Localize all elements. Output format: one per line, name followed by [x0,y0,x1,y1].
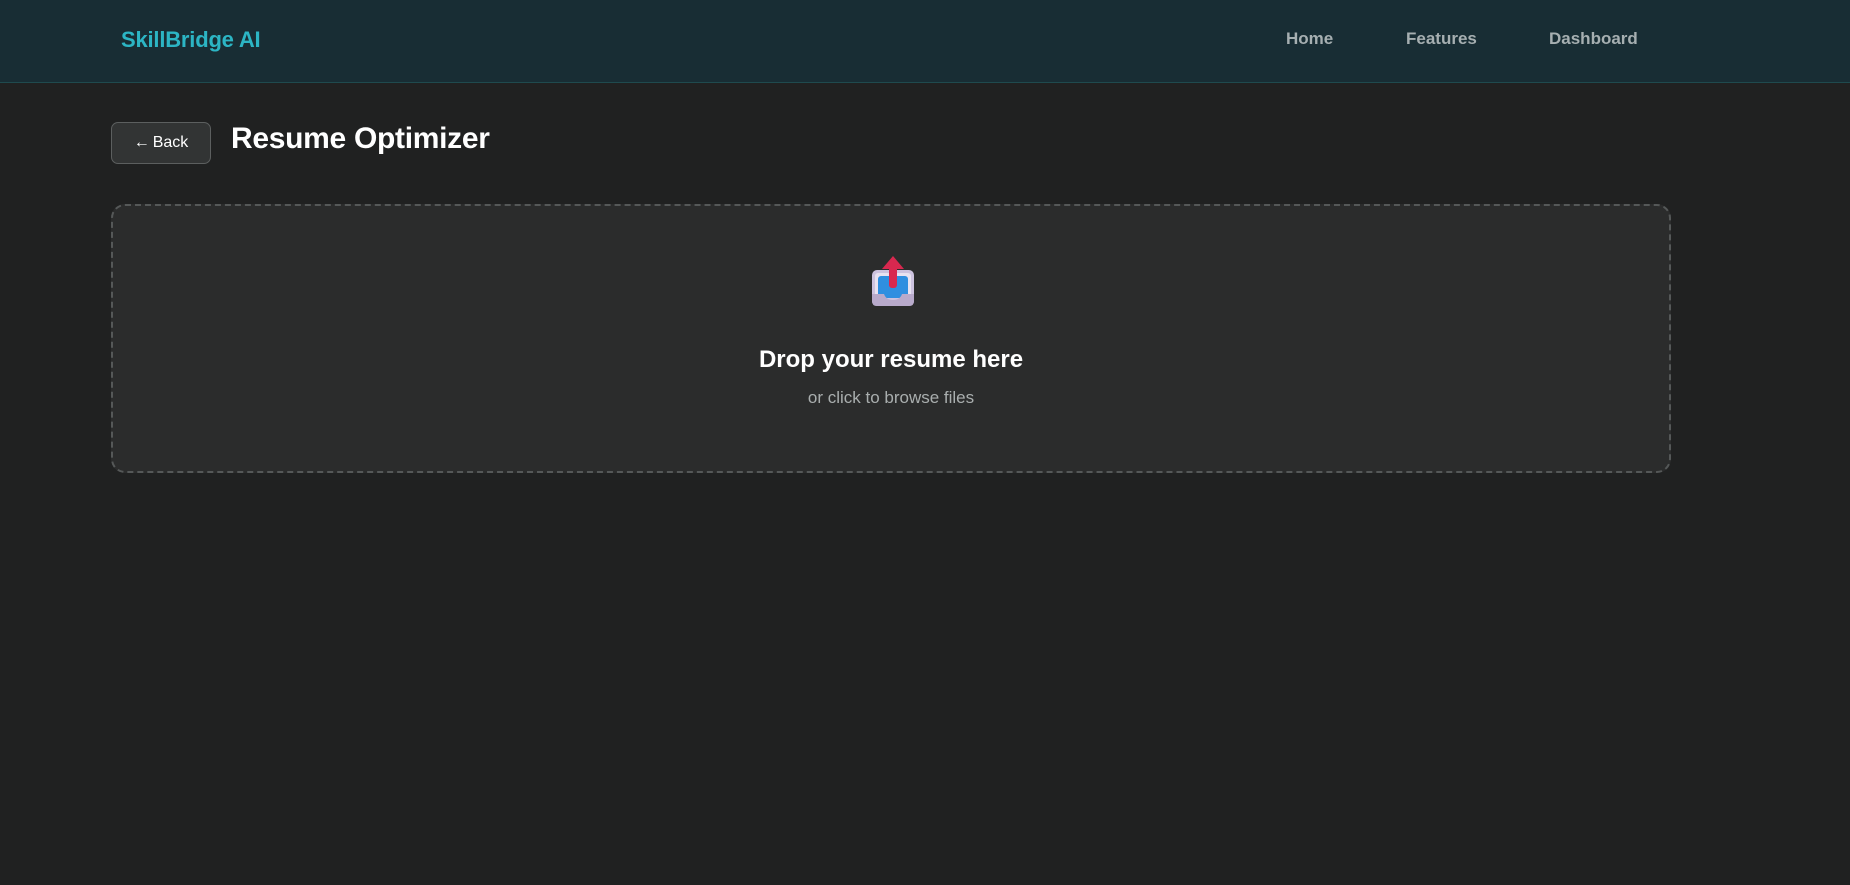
back-arrow-icon: ← [133,134,150,151]
outbox-tray-icon [872,256,914,306]
resume-dropzone[interactable]: Drop your resume here or click to browse… [111,204,1671,473]
back-button[interactable]: ← Back [111,122,211,164]
page-title: Resume Optimizer [231,122,490,155]
dropzone-subtitle: or click to browse files [807,388,975,407]
nav-link-home[interactable]: Home [1286,29,1333,49]
nav-link-dashboard[interactable]: Dashboard [1549,29,1638,49]
nav-link-features[interactable]: Features [1406,29,1477,49]
brand-logo[interactable]: SkillBridge AI [121,27,261,53]
top-navbar: SkillBridge AI Home Features Dashboard [0,0,1850,83]
dropzone-title: Drop your resume here [758,346,1024,373]
back-button-label: Back [152,134,189,151]
